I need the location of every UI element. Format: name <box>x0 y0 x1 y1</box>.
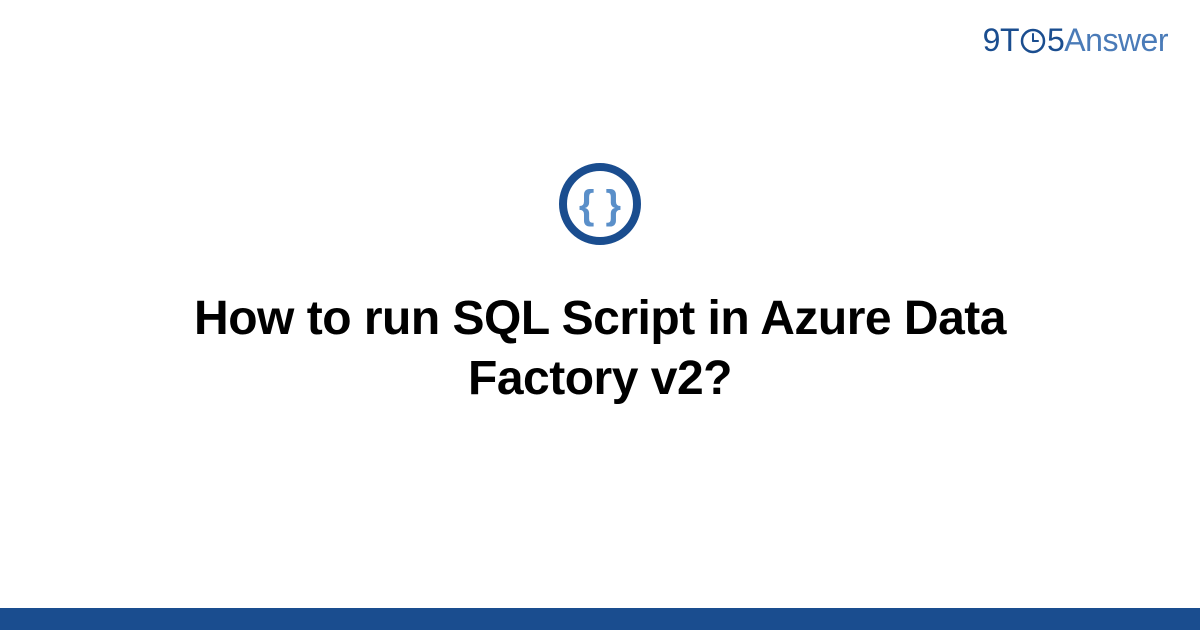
main-content: { } How to run SQL Script in Azure Data … <box>0 0 1200 630</box>
footer-bar <box>0 608 1200 630</box>
page-title: How to run SQL Script in Azure Data Fact… <box>150 289 1050 409</box>
code-braces-icon: { } <box>558 162 642 251</box>
svg-text:{ }: { } <box>579 183 621 227</box>
